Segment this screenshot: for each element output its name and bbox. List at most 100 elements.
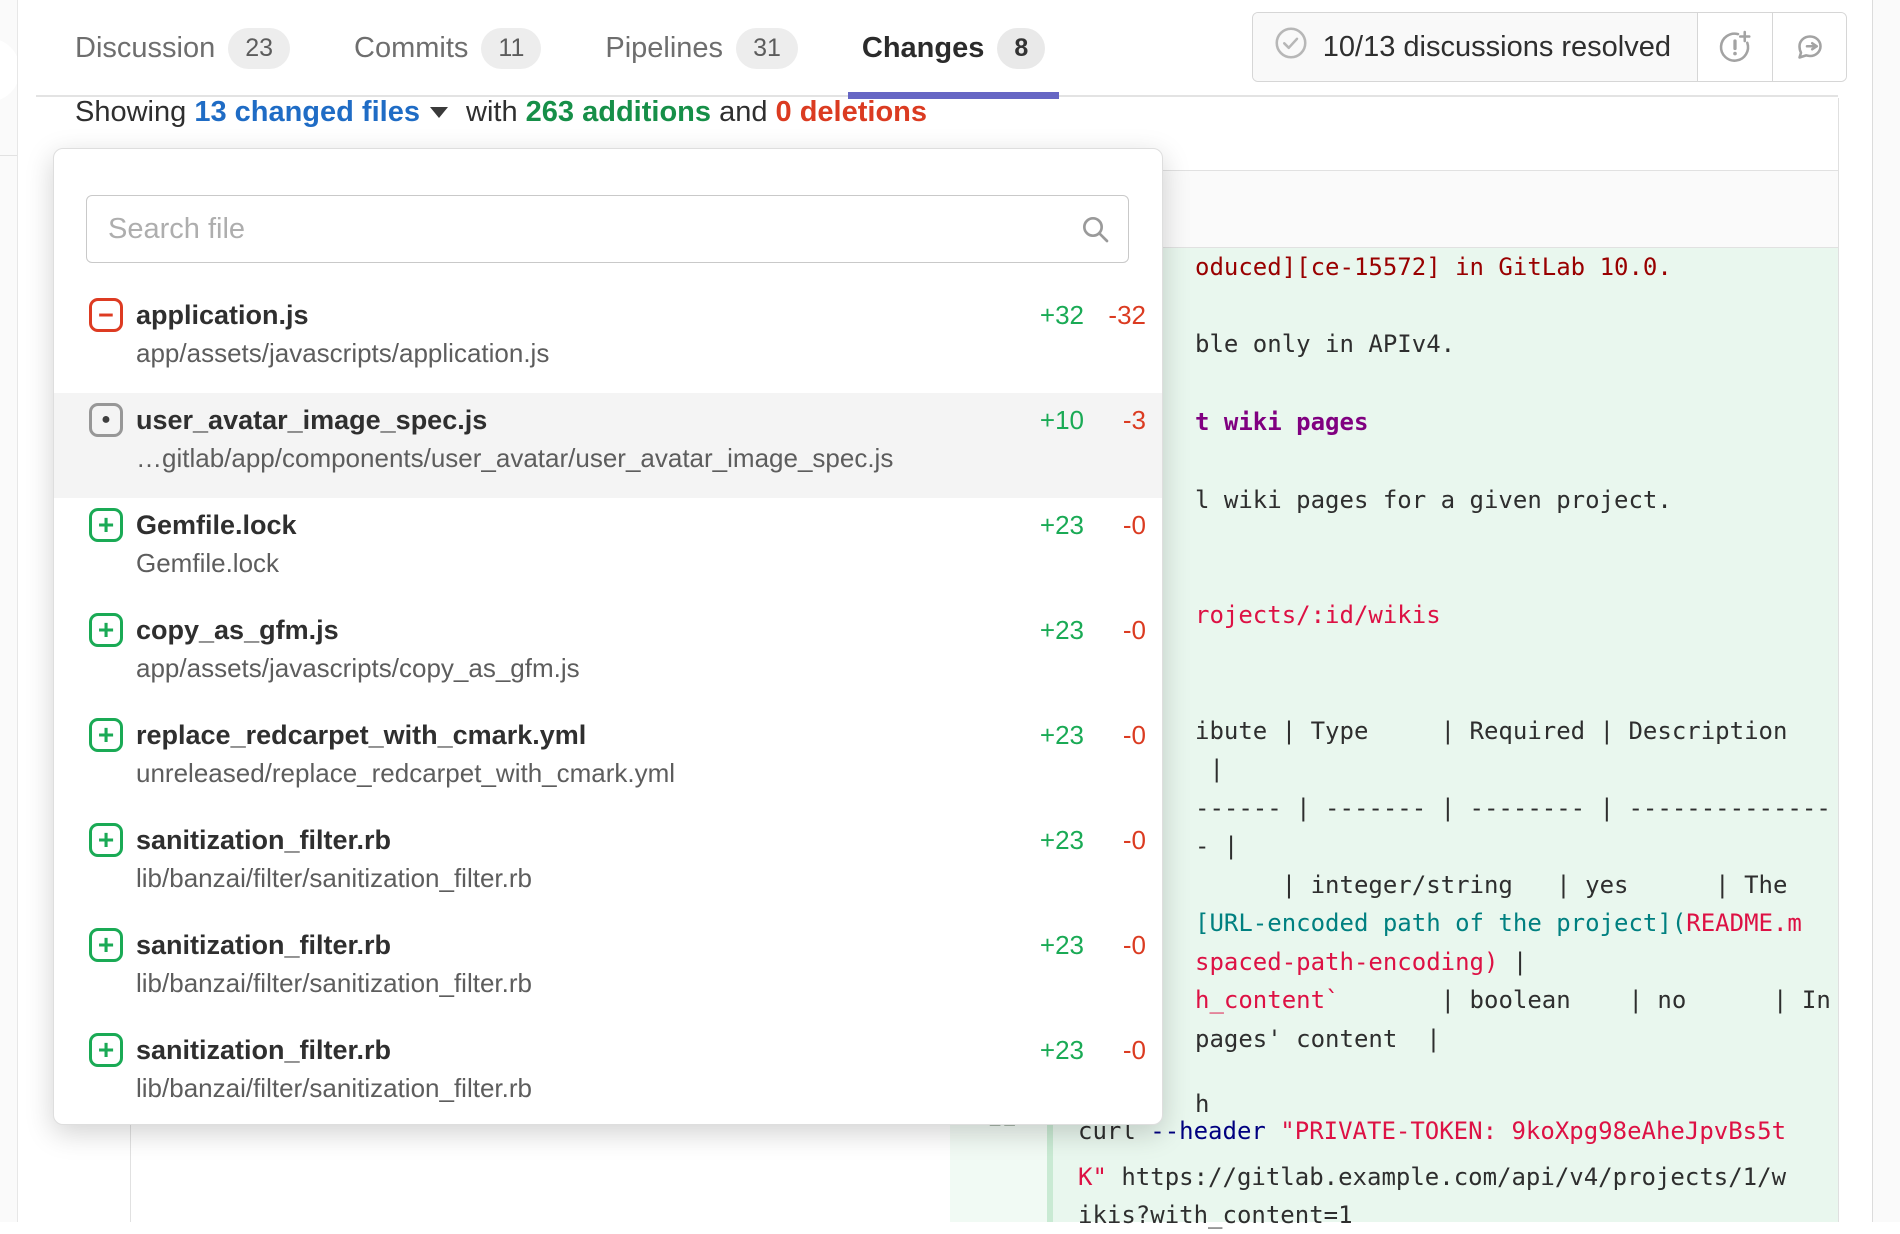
summary-prefix: Showing (75, 96, 186, 128)
next-discussion-icon (1792, 29, 1828, 65)
summary-conjunction: and (719, 96, 767, 128)
tab-label: Pipelines (605, 32, 723, 65)
code-line: ble only in APIv4. (1195, 325, 1455, 363)
file-name: sanitization_filter.rb (136, 1035, 989, 1066)
new-issue-icon (1717, 29, 1753, 65)
jump-to-next-discussion-button[interactable] (1772, 13, 1846, 81)
code-line: l wiki pages for a given project. (1195, 481, 1672, 519)
deletions-count: 0 deletions (776, 96, 928, 128)
summary-middle: with (466, 96, 518, 128)
file-row-main: + sanitization_filter.rb +23 -0 (89, 928, 1146, 962)
tabs-container: Discussion 23 Commits 11 Pipelines 31 Ch… (75, 0, 1045, 97)
file-deletions: -32 (1084, 300, 1146, 331)
tab-count-badge: 11 (481, 28, 541, 69)
file-path: app/assets/javascripts/copy_as_gfm.js (136, 653, 1146, 684)
additions-count: 263 additions (526, 96, 711, 128)
file-deletions: -0 (1084, 615, 1146, 646)
file-list-item[interactable]: + sanitization_filter.rb +23 -0 lib/banz… (54, 1023, 1162, 1125)
file-additions: +10 (989, 405, 1084, 436)
code-line: oduced][ce-15572] in GitLab 10.0. (1195, 248, 1672, 286)
file-list-item[interactable]: + replace_redcarpet_with_cmark.yml +23 -… (54, 708, 1162, 813)
file-name: application.js (136, 300, 989, 331)
search-input[interactable] (86, 195, 1129, 263)
code-line: curl --header "PRIVATE-TOKEN: 9koXpg98eA… (1078, 1112, 1786, 1150)
file-change-type-icon: + (89, 823, 123, 857)
page-right-strip (1873, 0, 1900, 1222)
file-search-container (86, 195, 1129, 263)
file-row-main: + copy_as_gfm.js +23 -0 (89, 613, 1146, 647)
tab-count-badge: 23 (228, 28, 290, 69)
file-additions: +23 (989, 825, 1084, 856)
file-additions: +23 (989, 510, 1084, 541)
file-name: replace_redcarpet_with_cmark.yml (136, 720, 989, 751)
create-issue-to-resolve-button[interactable] (1698, 13, 1772, 81)
discussions-resolved-status: 10/13 discussions resolved (1253, 13, 1698, 81)
file-row-main: + replace_redcarpet_with_cmark.yml +23 -… (89, 718, 1146, 752)
file-change-type-icon: + (89, 1033, 123, 1067)
file-path: lib/banzai/filter/sanitization_filter.rb (136, 968, 1146, 999)
code-line: [URL-encoded path of the project](README… (1195, 904, 1802, 942)
file-change-type-icon: + (89, 928, 123, 962)
file-list-item[interactable]: + sanitization_filter.rb +23 -0 lib/banz… (54, 813, 1162, 918)
changed-files-dropdown-toggle[interactable]: 13 changed files (194, 96, 420, 128)
tab-label: Changes (862, 32, 984, 65)
code-line: ------ | ------- | -------- | ----------… (1195, 789, 1831, 827)
code-line: spaced-path-encoding) | (1195, 943, 1527, 981)
file-name: Gemfile.lock (136, 510, 989, 541)
tab-label: Commits (354, 32, 468, 65)
code-line: t wiki pages (1195, 403, 1368, 441)
file-path: app/assets/javascripts/application.js (136, 338, 1146, 369)
file-row-main: + Gemfile.lock +23 -0 (89, 508, 1146, 542)
tab-label: Discussion (75, 32, 215, 65)
file-change-type-icon: − (89, 298, 123, 332)
file-path: lib/banzai/filter/sanitization_filter.rb (136, 863, 1146, 894)
file-list-item[interactable]: + Gemfile.lock +23 -0 Gemfile.lock (54, 498, 1162, 603)
file-row-main: − application.js +32 -32 (89, 298, 1146, 332)
left-strip-divider (0, 155, 18, 156)
file-deletions: -0 (1084, 930, 1146, 961)
file-additions: +23 (989, 720, 1084, 751)
file-row-main: + sanitization_filter.rb +23 -0 (89, 823, 1146, 857)
diff-panel-right-border (1838, 98, 1839, 1222)
discussions-resolved-group: 10/13 discussions resolved (1252, 12, 1847, 82)
file-list-item[interactable]: − application.js +32 -32 app/assets/java… (54, 288, 1162, 393)
file-deletions: -0 (1084, 1035, 1146, 1066)
code-line: K" https://gitlab.example.com/api/v4/pro… (1078, 1158, 1786, 1196)
code-line: ikis?with_content=1 (1078, 1196, 1353, 1234)
file-list-item[interactable]: + copy_as_gfm.js +23 -0 app/assets/javas… (54, 603, 1162, 708)
chevron-down-icon[interactable] (430, 107, 448, 118)
file-name: copy_as_gfm.js (136, 615, 989, 646)
tab-changes[interactable]: Changes 8 (862, 0, 1045, 97)
tab-count-badge: 8 (997, 28, 1045, 69)
discussions-resolved-text: 10/13 discussions resolved (1323, 31, 1671, 64)
file-deletions: -3 (1084, 405, 1146, 436)
file-path: Gemfile.lock (136, 548, 1146, 579)
page-left-strip (0, 0, 18, 1222)
check-circle-icon (1273, 25, 1309, 69)
code-line: | (1195, 750, 1224, 788)
file-name: sanitization_filter.rb (136, 930, 989, 961)
file-deletions: -0 (1084, 720, 1146, 751)
changed-files-list: − application.js +32 -32 app/assets/java… (54, 288, 1162, 1125)
tab-commits[interactable]: Commits 11 (354, 0, 541, 97)
file-change-type-icon: + (89, 613, 123, 647)
file-list-item[interactable]: ● user_avatar_image_spec.js +10 -3 …gitl… (54, 393, 1162, 498)
code-line: ibute | Type | Required | Description (1195, 712, 1787, 750)
file-deletions: -0 (1084, 825, 1146, 856)
tab-count-badge: 31 (736, 28, 798, 69)
file-additions: +32 (989, 300, 1084, 331)
file-additions: +23 (989, 1035, 1084, 1066)
file-list-item[interactable]: + sanitization_filter.rb +23 -0 lib/banz… (54, 918, 1162, 1023)
file-path: lib/banzai/filter/sanitization_filter.rb (136, 1073, 1146, 1104)
code-line: | integer/string | yes | The (1195, 866, 1787, 904)
tab-discussion[interactable]: Discussion 23 (75, 0, 290, 97)
partial-avatar-circle (0, 38, 18, 102)
file-change-type-icon: ● (89, 403, 123, 437)
file-path: …gitlab/app/components/user_avatar/user_… (136, 443, 1146, 474)
file-change-type-icon: + (89, 718, 123, 752)
file-row-main: ● user_avatar_image_spec.js +10 -3 (89, 403, 1146, 437)
file-additions: +23 (989, 615, 1084, 646)
code-line: pages' content | (1195, 1020, 1441, 1058)
file-row-main: + sanitization_filter.rb +23 -0 (89, 1033, 1146, 1067)
tab-pipelines[interactable]: Pipelines 31 (605, 0, 798, 97)
